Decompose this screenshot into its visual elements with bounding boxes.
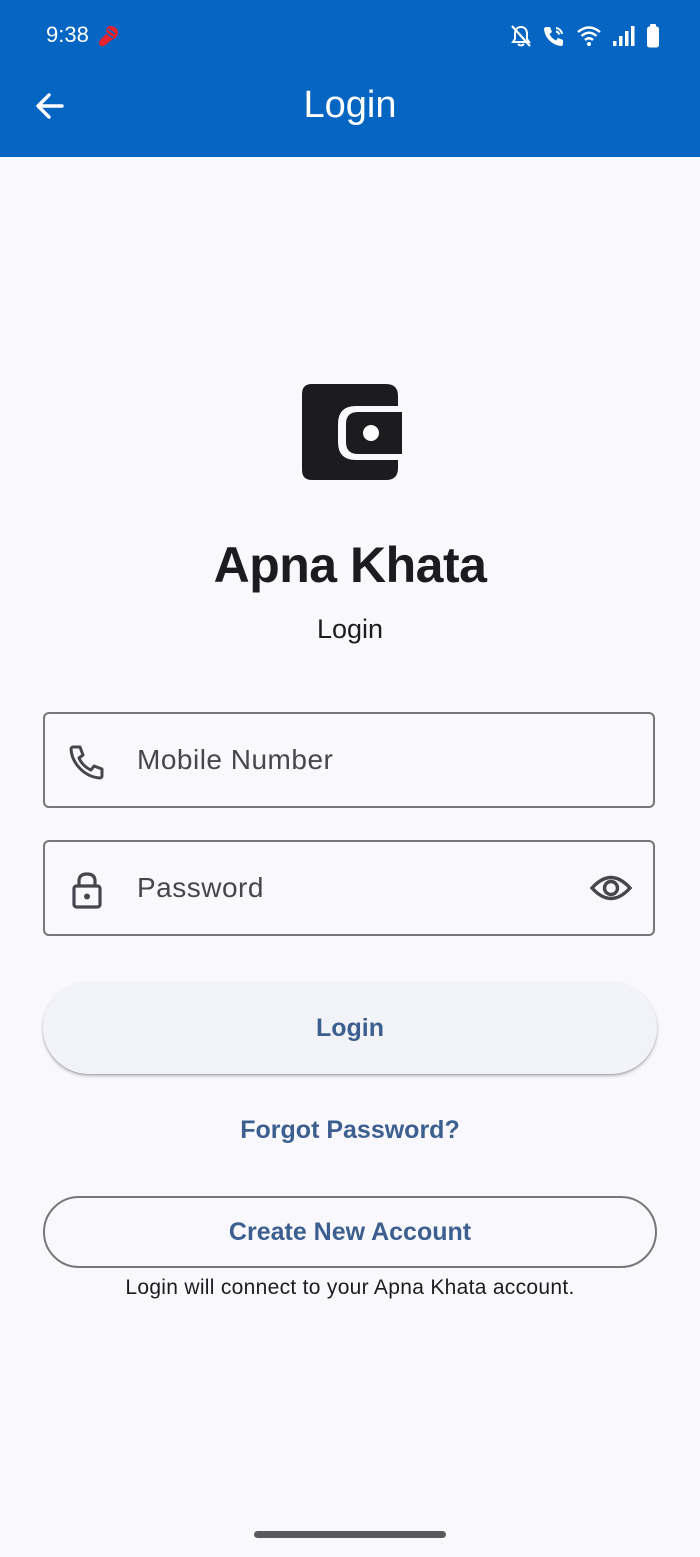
carrier-icon [99,26,119,47]
app-name: Apna Khata [213,537,487,593]
mobile-number-field[interactable] [43,712,655,808]
password-visibility-toggle[interactable] [587,864,635,912]
wifi-call-icon [544,27,563,46]
helper-text: Login will connect to your Apna Khata ac… [125,1276,575,1299]
password-input[interactable] [137,842,577,934]
signal-icon [613,26,635,46]
home-indicator[interactable] [254,1531,446,1538]
wifi-icon [577,26,601,46]
create-account-button[interactable]: Create New Account [43,1196,657,1268]
forgot-password-row: Forgot Password? [0,1116,700,1145]
phone-icon [69,745,104,780]
mobile-number-input[interactable] [137,714,577,806]
mute-icon [511,25,531,47]
page-subtitle: Login [316,614,384,644]
battery-icon [647,24,659,48]
eye-icon [590,875,632,901]
status-time: 9:38 [46,22,89,47]
page-title: Login [303,84,397,126]
lock-icon [72,872,102,909]
login-button[interactable]: Login [43,982,657,1074]
wallet-icon [302,384,402,480]
status-icons [510,22,660,50]
forgot-password-link[interactable]: Forgot Password? [240,1116,459,1144]
password-field[interactable] [43,840,655,936]
app-bar: 9:38 Login [0,0,700,157]
